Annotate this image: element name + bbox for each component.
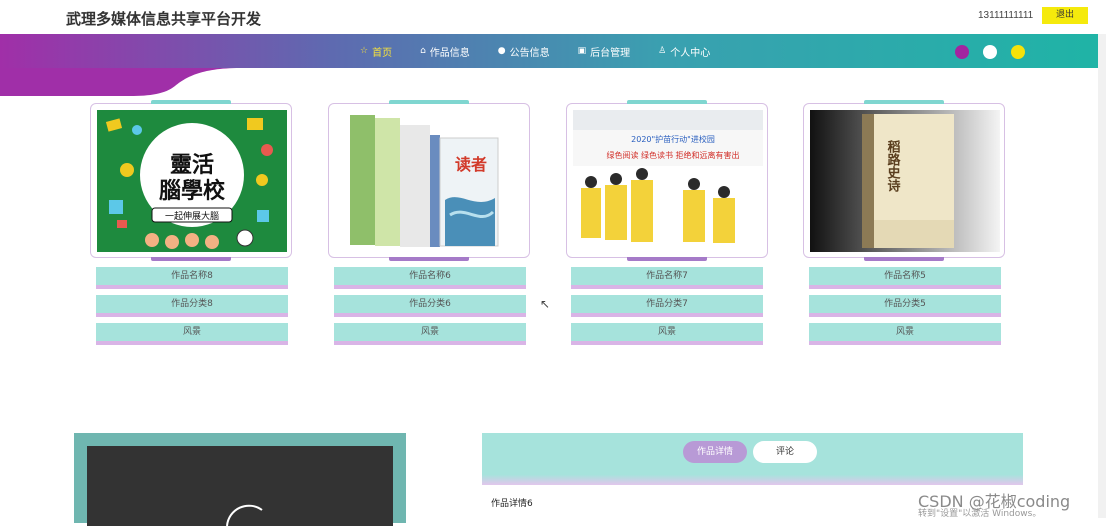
work-name-1[interactable]: 作品名称8 [96,267,288,289]
poster-text-2: 腦學校 [159,178,226,204]
work-category-4[interactable]: 作品分类5 [809,295,1001,317]
detail-tabs-panel: 作品详情 评论 [482,433,1023,485]
work-card-2[interactable]: 读者 [328,100,530,261]
work-image-1[interactable]: 靈活 腦學校 一起伸展大腦 [97,110,287,252]
box-icon: ▣ [577,46,587,56]
loading-spinner-icon [226,504,263,527]
windows-activate-text: 转到"设置"以激活 Windows。 [918,509,1042,519]
work-category-3[interactable]: 作品分类7 [571,295,763,317]
nav-item-home[interactable]: ☆ 首页 [360,44,392,59]
detail-content: 作品详情6 [491,499,533,509]
theme-dot-purple[interactable] [955,45,969,59]
card-tab-bottom [864,257,944,261]
work-card-1[interactable]: 靈活 腦學校 一起伸展大腦 [90,100,292,261]
work-type-1[interactable]: 风景 [96,323,288,345]
nav-item-label: 公告信息 [509,47,550,59]
circle-icon: ● [497,46,506,56]
nav-item-label: 后台管理 [590,47,631,59]
nav-item-works[interactable]: ⌂ 作品信息 [420,44,470,59]
work-category-1[interactable]: 作品分类8 [96,295,288,317]
banner-subtitle: 绿色阅读 绿色读书 拒绝和远离有害出 [606,150,739,160]
home-icon: ⌂ [420,46,426,56]
work-type-4[interactable]: 风景 [809,323,1001,345]
card-tab-bottom [389,257,469,261]
card-tab-top [389,100,469,104]
work-name-4[interactable]: 作品名称5 [809,267,1001,289]
card-tab-top [627,100,707,104]
magazine-title: 读者 [455,155,487,174]
work-image-3[interactable]: 2020"护苗行动"进校园 绿色阅读 绿色读书 拒绝和远离有害出 [573,110,763,252]
work-name-2[interactable]: 作品名称6 [334,267,526,289]
work-name-3[interactable]: 作品名称7 [571,267,763,289]
user-phone: 13111111111 [978,10,1034,21]
poster-text-1: 靈活 [170,153,214,178]
card-tab-top [864,100,944,104]
media-player-frame [74,433,406,527]
nav-item-profile[interactable]: ♙ 个人中心 [658,44,710,59]
book-title: 稻路史诗 [885,139,901,193]
work-type-3[interactable]: 风景 [571,323,763,345]
theme-dot-white[interactable] [983,45,997,59]
main-nav: ☆ 首页 ⌂ 作品信息 ● 公告信息 ▣ 后台管理 ♙ 个人中心 [0,34,1106,68]
page-scrollbar[interactable] [1098,34,1106,518]
card-tab-bottom [151,257,231,261]
user-icon: ♙ [658,46,667,56]
work-image-4[interactable]: 稻路史诗 [810,110,1000,252]
tab-work-detail[interactable]: 作品详情 [683,441,747,463]
nav-item-label: 首页 [372,47,393,59]
nav-item-label: 个人中心 [670,47,711,59]
banner-title: 2020"护苗行动"进校园 [631,134,715,144]
work-card-3[interactable]: 2020"护苗行动"进校园 绿色阅读 绿色读书 拒绝和远离有害出 [566,100,768,261]
work-card-4[interactable]: 稻路史诗 [803,100,1005,261]
tab-comment[interactable]: 评论 [753,441,817,463]
theme-dot-yellow[interactable] [1011,45,1025,59]
top-bar: 武理多媒体信息共享平台开发 13111111111 退出 [0,0,1106,34]
card-tab-top [151,100,231,104]
nav-item-notices[interactable]: ● 公告信息 [498,44,550,59]
site-title: 武理多媒体信息共享平台开发 [66,10,262,28]
nav-items: ☆ 首页 ⌂ 作品信息 ● 公告信息 ▣ 后台管理 ♙ 个人中心 [360,34,738,68]
nav-wave-decoration [0,68,240,96]
work-type-2[interactable]: 风景 [334,323,526,345]
card-tab-bottom [627,257,707,261]
media-player[interactable] [87,446,393,527]
work-category-2[interactable]: 作品分类6 [334,295,526,317]
logout-button[interactable]: 退出 [1042,7,1088,24]
nav-item-admin[interactable]: ▣ 后台管理 [578,44,631,59]
mouse-cursor-icon: ↖ [540,297,551,311]
poster-subtitle: 一起伸展大腦 [165,210,219,222]
nav-item-label: 作品信息 [429,47,470,59]
work-image-2[interactable]: 读者 [335,110,525,252]
star-icon: ☆ [360,46,369,56]
